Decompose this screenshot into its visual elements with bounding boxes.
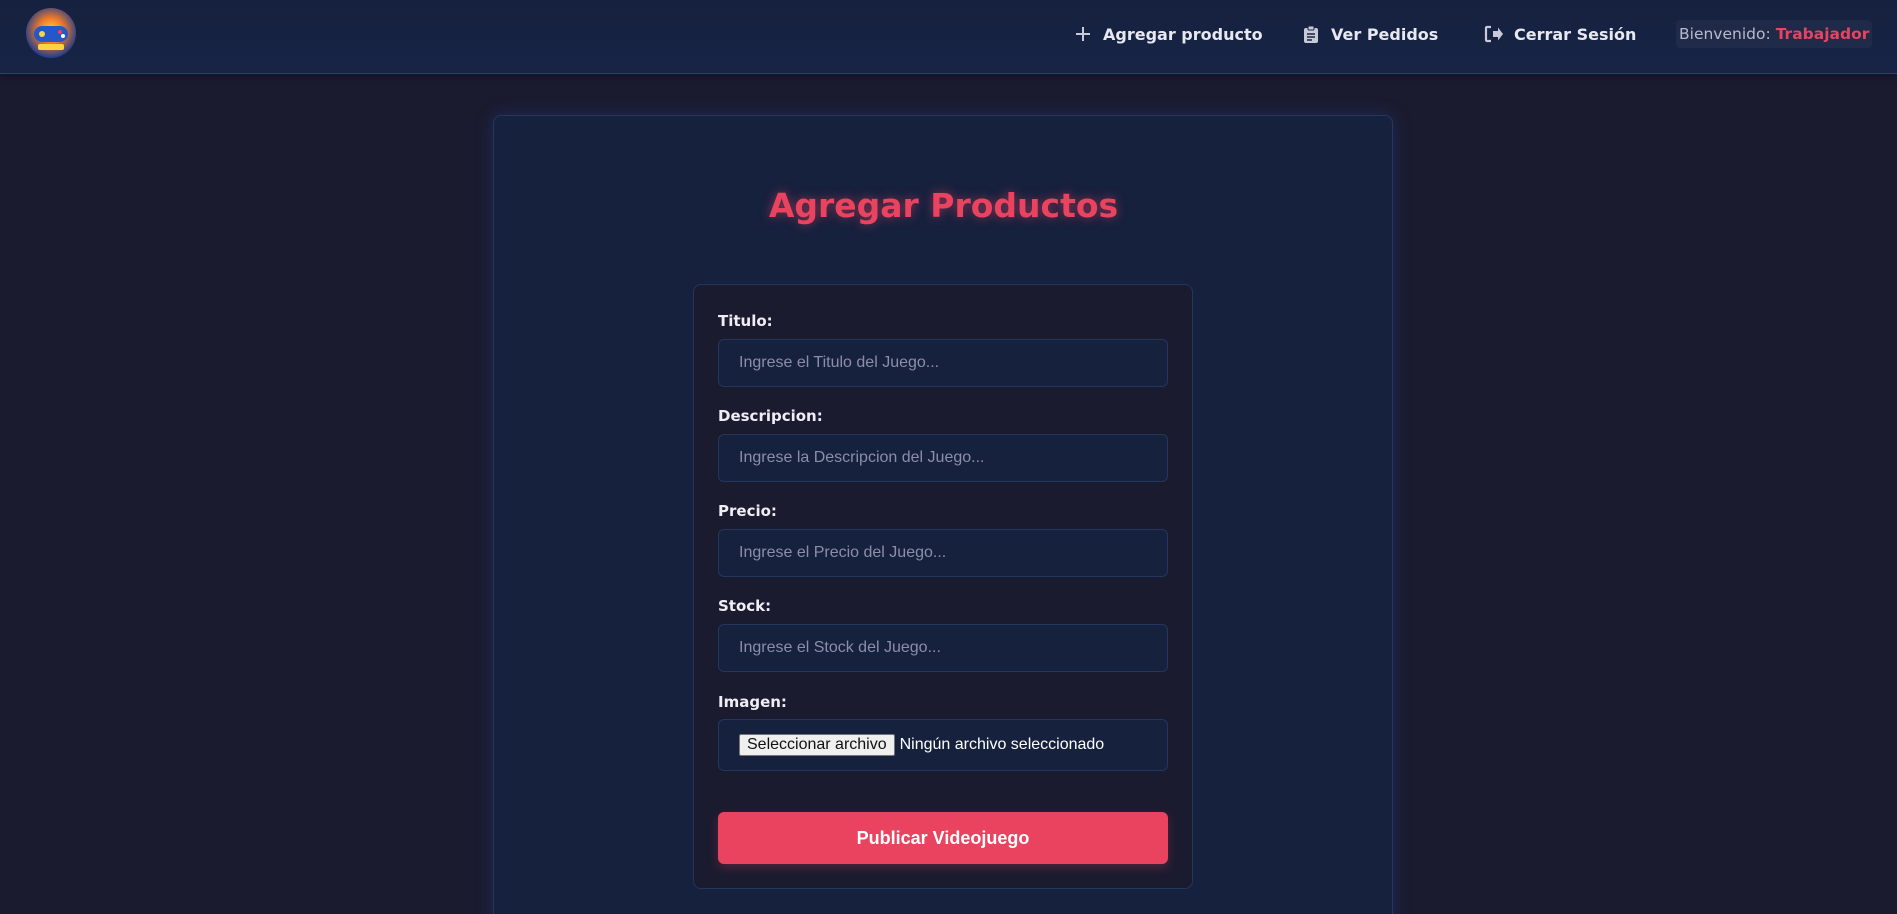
file-status-text: Ningún archivo seleccionado [899,736,1105,753]
title-label: Titulo: [718,312,773,330]
top-navbar: Agregar producto Ver Pedidos Cerrar Sesi… [0,0,1897,74]
nav-logout-label: Cerrar Sesión [1514,24,1637,44]
title-input[interactable] [718,339,1168,387]
choose-file-button[interactable]: Seleccionar archivo [739,734,895,756]
nav-view-orders-label: Ver Pedidos [1331,24,1439,44]
price-label: Precio: [718,502,777,520]
nav-add-product[interactable]: Agregar producto [1073,20,1263,48]
welcome-message: Bienvenido: Trabajador [1676,20,1873,48]
description-label: Descripcion: [718,407,823,425]
page-title: Agregar Productos [768,186,1119,225]
image-label: Imagen: [718,693,787,711]
user-name: Trabajador [1775,25,1870,43]
price-input[interactable] [718,529,1168,577]
stock-label: Stock: [718,597,772,615]
image-file-input[interactable]: Seleccionar archivo Ningún archivo selec… [718,719,1168,771]
gamepad-logo-icon[interactable] [24,6,78,60]
clipboard-icon [1301,24,1321,44]
publish-game-button[interactable]: Publicar Videojuego [718,812,1168,864]
welcome-label: Bienvenido: [1679,25,1771,43]
nav-view-orders[interactable]: Ver Pedidos [1301,20,1438,48]
sign-out-icon [1484,24,1504,44]
nav-add-product-label: Agregar producto [1103,24,1263,44]
nav-logout[interactable]: Cerrar Sesión [1484,20,1636,48]
plus-icon [1073,24,1093,44]
stock-input[interactable] [718,624,1168,672]
description-input[interactable] [718,434,1168,482]
